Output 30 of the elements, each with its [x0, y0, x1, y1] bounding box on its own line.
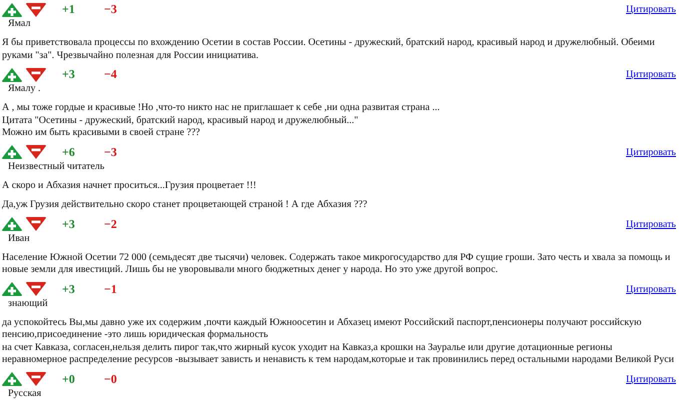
comment-text: Население Южной Осетии 72 000 (семьдесят две тысячи) человек. Содержать такое микрогосударство для РФ сущие гроши. Зато честь и хвала за помощь и новые земли для ивестиций. Лишь бы не уворовывали много бюджетных денег у народа. Но это уже другой вопрос.	[2, 252, 672, 276]
quote-link[interactable]: Цитировать	[626, 69, 676, 80]
comment-author: Неизвестный читатель	[7, 160, 104, 172]
comment-text: да успокойтесь Вы,мы давно уже их содержим ,почти каждый Южноосетин и Абхазец имеют Российский паспорт,пенсионеры получают российскую пенсию,присоединение -это лишь юридическая формальность на счет Кавказа, согласен,нельзя делить пирог так,что жирный кусок уходит на Кавказ,а крошки на Зауралье или другие дотационные регионы неравномерное распределение ресурсов -вызывает зависть и ненависть к тем народам,которые и так провинились перед остальными народами Великой Руси	[2, 316, 676, 366]
upvote-count: +6	[62, 144, 76, 160]
quote-link[interactable]: Цитировать	[626, 146, 676, 158]
comment-author: Ямал	[7, 18, 30, 30]
comment-author: Ямалу .	[7, 83, 40, 95]
comment-author: знающий	[7, 298, 48, 310]
upvote-count: +1	[62, 2, 76, 17]
downvote-count: −0	[104, 372, 117, 386]
quote-link[interactable]: Цитировать	[626, 4, 676, 15]
comment-text: А скоро и Абхазия начнет проситься...Грузия процветает !!!	[2, 180, 258, 192]
quote-link[interactable]: Цитировать	[626, 284, 676, 294]
comment-text: А , мы тоже гордые и красивые !Но ,что-то никто нас не приглашает к себе ,ни одна развитая страна ... Цитата "Осетины - дружеский, братский народ, красивый народ и дружелюбный..." Можно им быть красивыми в своей стране ???	[2, 102, 441, 140]
downvote-count: −3	[104, 144, 117, 160]
upvote-count: +3	[62, 282, 76, 296]
comment-author: Иван	[7, 232, 30, 244]
upvote-count: +3	[62, 67, 76, 82]
quote-link[interactable]: Цитировать	[626, 374, 676, 384]
comment-text: Да,уж Грузия действительно скоро станет процветающей страной ! А где Абхазия ???	[2, 199, 368, 212]
downvote-count: −2	[104, 216, 117, 232]
downvote-count: −3	[104, 2, 117, 17]
downvote-count: −1	[104, 282, 117, 296]
upvote-count: +0	[62, 372, 76, 386]
upvote-count: +3	[62, 216, 76, 232]
quote-link[interactable]: Цитировать	[626, 218, 676, 230]
comment-author: Русская	[7, 388, 42, 400]
comment-text: Я бы приветствовала процессы по вхождению Осетии в состав России. Осетины - дружеский, братский народ, красивый народ и дружелюбный. Обеими руками "за". Чрезвычайно полезная для России инициатива.	[2, 37, 656, 62]
downvote-count: −4	[104, 67, 117, 82]
